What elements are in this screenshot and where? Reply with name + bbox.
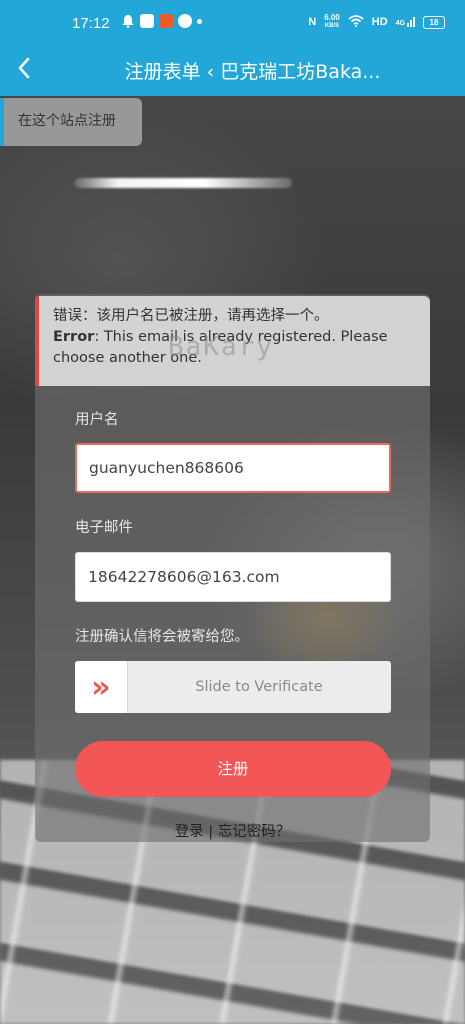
chevron-left-icon	[18, 57, 30, 79]
login-link[interactable]: 登录	[175, 824, 204, 840]
hd-label: HD	[371, 16, 388, 28]
email-label: 电子邮件	[75, 520, 133, 536]
confirmation-hint: 注册确认信将会被寄给您。	[75, 629, 249, 645]
bell-icon	[121, 14, 135, 28]
status-bar: 17:12 N 6.00 KB/S HD 4G 18	[0, 0, 465, 42]
signal-icon: 4G	[396, 17, 415, 27]
status-system-icons: N 6.00 KB/S HD 4G 18	[308, 13, 445, 31]
nfc-icon: N	[308, 16, 317, 28]
status-notification-icons	[121, 14, 202, 28]
username-input[interactable]: guanyuchen868606	[75, 443, 391, 493]
back-button[interactable]	[6, 50, 42, 86]
email-input[interactable]: 18642278606@163.com	[75, 552, 391, 602]
app-bar: 注册表单 ‹ 巴克瑞工坊Baka...	[0, 42, 465, 96]
page-title: 注册表单 ‹ 巴克瑞工坊Baka...	[124, 61, 381, 83]
footer-links: 登录 | 忘记密码？	[35, 820, 430, 841]
background-lamp	[74, 178, 292, 188]
error-text-cn: 错误：该用户名已被注册，请再选择一个。	[53, 308, 329, 324]
double-chevron-right-icon: »	[91, 669, 111, 705]
status-time: 17:12	[72, 15, 110, 32]
app-icon-news	[159, 14, 173, 28]
register-button[interactable]: 注册	[75, 741, 391, 797]
slider-handle[interactable]: »	[75, 661, 128, 713]
register-site-chip[interactable]: 在这个站点注册	[0, 98, 142, 146]
slide-verification[interactable]: » Slide to Verificate	[75, 661, 391, 713]
username-label: 用户名	[75, 412, 119, 428]
watermark-logo: BaKary	[168, 332, 274, 362]
dot-icon	[197, 18, 202, 24]
slider-text: Slide to Verificate	[195, 679, 323, 695]
app-icon-circle	[178, 14, 192, 28]
battery-icon: 18	[423, 15, 445, 29]
footer-separator: |	[203, 824, 218, 840]
forgot-password-link[interactable]: 忘记密码？	[218, 824, 291, 840]
wifi-icon	[348, 14, 364, 30]
net-speed: 6.00 KB/S	[324, 13, 340, 29]
app-icon-video	[140, 14, 154, 28]
